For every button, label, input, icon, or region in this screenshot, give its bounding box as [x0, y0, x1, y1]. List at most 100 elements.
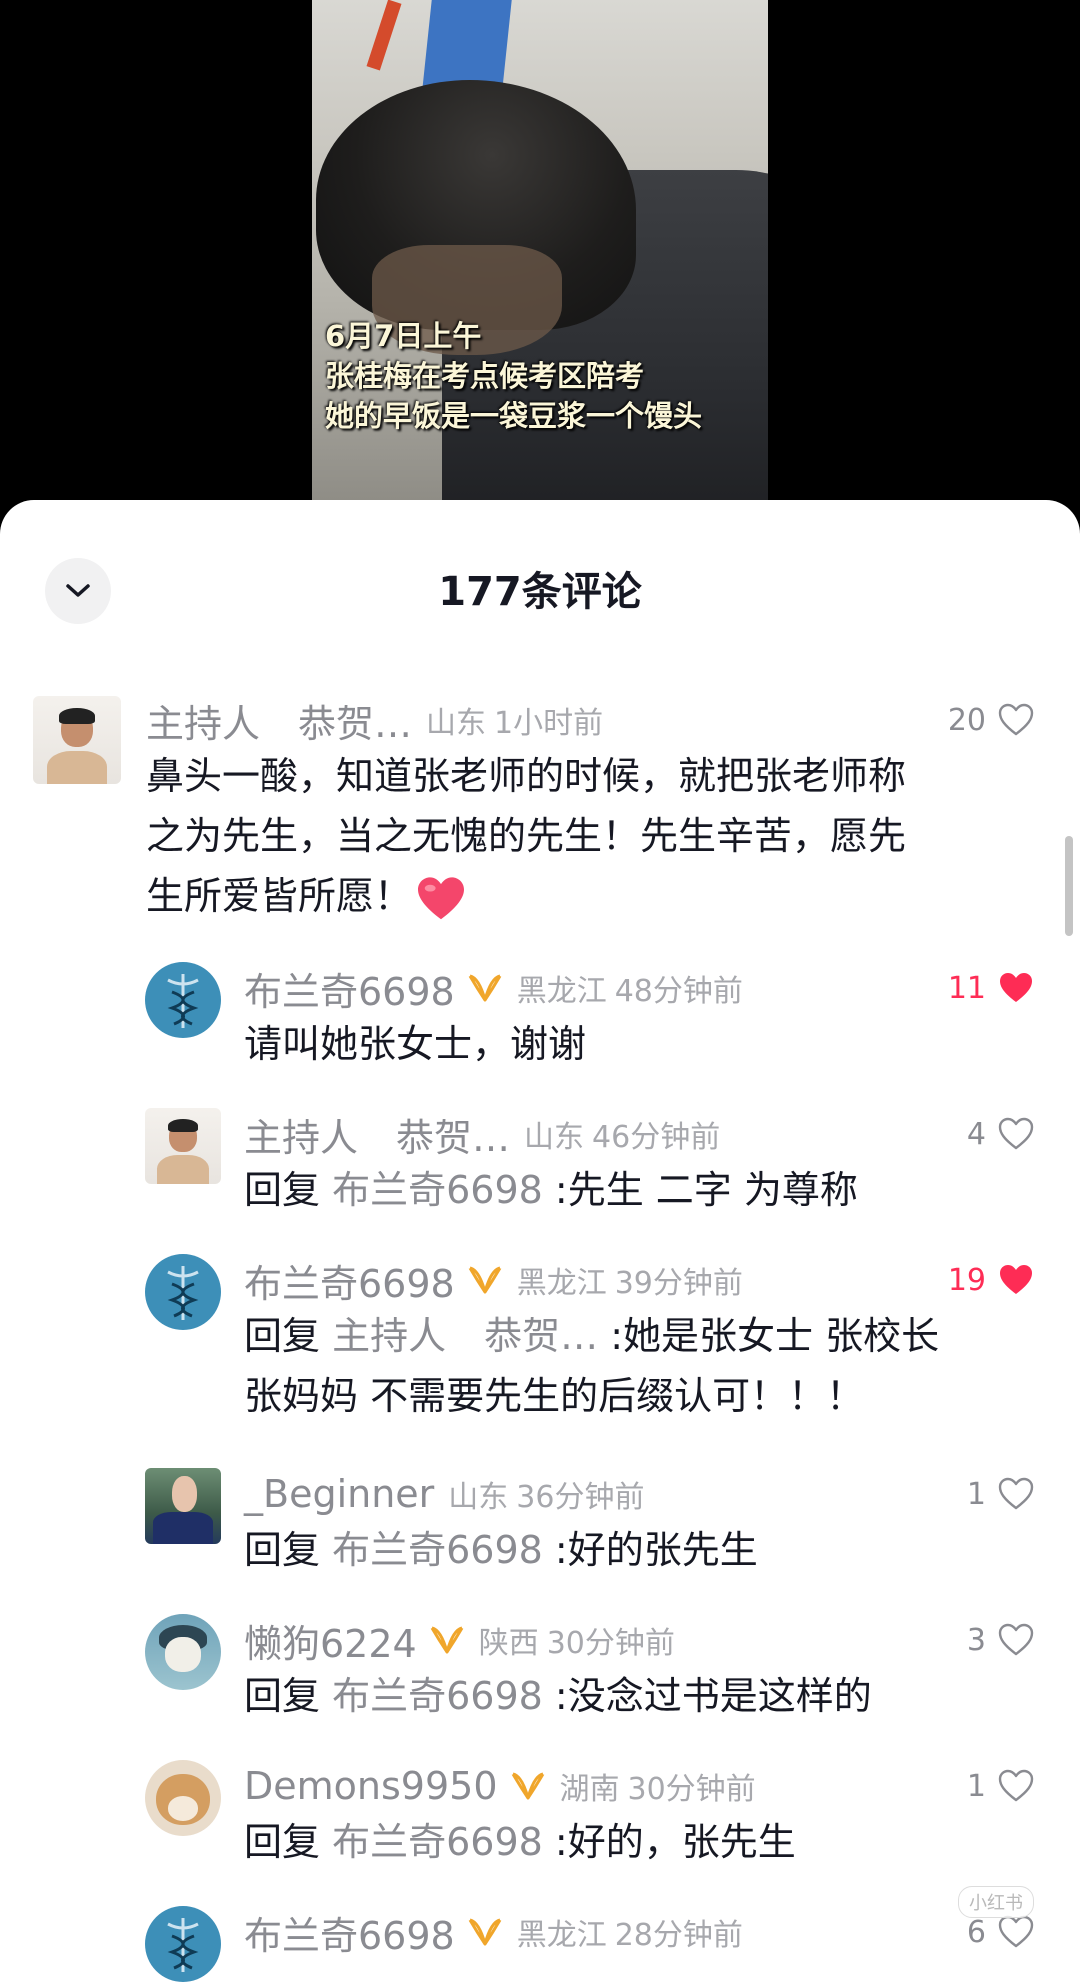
caduceus-icon	[167, 974, 199, 1028]
like-button[interactable]: 1	[967, 1470, 1034, 1518]
reply-item: 布兰奇6698 黑龙江 28分钟前 6	[0, 1906, 1080, 1984]
like-count: 20	[947, 702, 986, 738]
like-button[interactable]: 1	[967, 1762, 1034, 1810]
caption-line: 6月7日上午	[325, 319, 482, 353]
comment-text-line: 之为先生，当之无愧的先生！先生辛苦，愿先	[146, 814, 907, 858]
avatar[interactable]	[145, 1108, 221, 1184]
avatar-figure	[47, 750, 107, 784]
reply-text: :好的张先生	[554, 1528, 758, 1572]
reply-target-username[interactable]: 布兰奇6698	[332, 1528, 543, 1572]
comment-location: 黑龙江	[516, 1918, 607, 1953]
heart-icon	[998, 703, 1034, 736]
comment-time: 28分钟前	[614, 1918, 743, 1953]
reply-prefix: 回复	[244, 1820, 321, 1864]
like-count: 11	[947, 970, 986, 1006]
video-player[interactable]: 6月7日上午 张桂梅在考点候考区陪考 她的早饭是一袋豆浆一个馒头	[0, 0, 1080, 520]
reply-prefix: 回复	[244, 1168, 321, 1212]
avatar[interactable]	[145, 1468, 221, 1544]
username[interactable]: Demons9950	[244, 1764, 498, 1808]
heart-icon	[998, 1769, 1034, 1802]
comment-meta: 布兰奇6698 黑龙江 39分钟前	[244, 1256, 743, 1306]
caption-line: 她的早饭是一袋豆浆一个馒头	[325, 399, 703, 433]
avatar[interactable]	[145, 962, 221, 1038]
reply-text: :没念过书是这样的	[554, 1674, 872, 1718]
like-button[interactable]: 4	[967, 1110, 1034, 1158]
reply-item: Demons9950 湖南 30分钟前 1 回复 布兰奇6698 :好的，张先生	[0, 1760, 1080, 1870]
fan-badge-icon	[511, 1772, 544, 1800]
comment-item: 主持人 恭贺… 山东 1小时前 20 鼻头一酸，知道张老师的时候，就把张老师称 …	[0, 696, 1080, 936]
avatar[interactable]	[33, 696, 121, 784]
reply-target-username[interactable]: 布兰奇6698	[332, 1168, 543, 1212]
comment-meta: 主持人 恭贺… 山东 46分钟前	[244, 1110, 720, 1160]
comment-meta: _Beginner 山东 36分钟前	[244, 1470, 644, 1518]
avatar-figure	[152, 1512, 214, 1544]
fan-badge-icon	[468, 1918, 502, 1946]
avatar[interactable]	[145, 1254, 221, 1330]
like-button[interactable]: 11	[948, 964, 1034, 1012]
comments-sheet: 177条评论 主持人 恭贺… 山东 1小时前 20 鼻头一酸，知道张老师的时候，…	[0, 500, 1080, 1984]
heart-icon	[1000, 973, 1032, 1002]
reply-target-username[interactable]: 主持人 恭贺…	[332, 1314, 598, 1358]
comment-text-line: 鼻头一酸，知道张老师的时候，就把张老师称	[146, 754, 907, 798]
comment-text-line: 回复 主持人 恭贺… :她是张女士 张校长	[244, 1306, 939, 1366]
comment-time: 48分钟前	[614, 974, 743, 1009]
comment-text: 回复 布兰奇6698 :没念过书是这样的	[244, 1666, 872, 1726]
username[interactable]: _Beginner	[244, 1472, 434, 1516]
red-heart-emoji-icon	[418, 876, 465, 919]
comment-text: 回复 布兰奇6698 :好的，张先生	[244, 1812, 796, 1872]
avatar[interactable]	[145, 1906, 221, 1982]
reply-text: :先生 二字 为尊称	[554, 1168, 858, 1212]
like-count: 1	[966, 1476, 986, 1512]
reply-target-username[interactable]: 布兰奇6698	[332, 1820, 543, 1864]
reply-prefix: 回复	[244, 1528, 321, 1572]
comment-location: 黑龙江	[516, 974, 607, 1009]
like-button[interactable]: 19	[948, 1256, 1034, 1304]
like-count: 4	[966, 1116, 986, 1152]
fan-badge-icon	[468, 1266, 502, 1294]
heart-icon	[998, 1117, 1034, 1150]
caduceus-icon	[167, 1918, 199, 1972]
comment-text: 鼻头一酸，知道张老师的时候，就把张老师称 之为先生，当之无愧的先生！先生辛苦，愿…	[146, 746, 1016, 926]
avatar-figure	[171, 1475, 198, 1513]
reply-text: :她是张女士 张校长	[610, 1314, 940, 1358]
reply-target-username[interactable]: 布兰奇6698	[332, 1674, 543, 1718]
like-button[interactable]: 20	[948, 696, 1034, 744]
fan-badge-icon	[430, 1626, 464, 1654]
avatar[interactable]	[145, 1760, 221, 1836]
fan-badge-icon	[468, 974, 502, 1002]
comment-location: 黑龙江	[516, 1266, 607, 1301]
caduceus-icon	[167, 1266, 199, 1320]
comment-text-line: 张妈妈 不需要先生的后缀认可！！！	[244, 1374, 865, 1418]
comment-meta: 布兰奇6698 黑龙江 28分钟前	[244, 1908, 743, 1958]
username[interactable]: 布兰奇6698	[244, 961, 455, 1016]
poster-decoration	[422, 0, 512, 90]
watermark-logo: 小红书	[958, 1886, 1034, 1918]
comment-location: 山东	[426, 706, 487, 741]
comment-meta: 懒狗6224 陕西 30分钟前	[244, 1616, 675, 1666]
username[interactable]: 布兰奇6698	[244, 1905, 455, 1960]
username[interactable]: 主持人 恭贺…	[244, 1107, 510, 1162]
comment-text: 回复 布兰奇6698 :好的张先生	[244, 1520, 758, 1580]
comment-time: 1小时前	[494, 706, 604, 741]
username[interactable]: 懒狗6224	[244, 1613, 417, 1668]
avatar-figure	[164, 1636, 202, 1672]
reply-item: 懒狗6224 陕西 30分钟前 3 回复 布兰奇6698 :没念过书是这样的	[0, 1614, 1080, 1724]
comment-time: 39分钟前	[614, 1266, 743, 1301]
reply-item: 布兰奇6698 黑龙江 48分钟前 11 请叫她张女士，谢谢	[0, 962, 1080, 1072]
video-caption: 6月7日上午 张桂梅在考点候考区陪考 她的早饭是一袋豆浆一个馒头	[325, 316, 765, 436]
heart-icon	[998, 1915, 1034, 1948]
avatar[interactable]	[145, 1614, 221, 1690]
like-button[interactable]: 3	[967, 1616, 1034, 1664]
reply-item: 布兰奇6698 黑龙江 39分钟前 19 回复 主持人 恭贺… :她是张女士 张…	[0, 1254, 1080, 1424]
reply-text: :好的，张先生	[554, 1820, 796, 1864]
caption-line: 张桂梅在考点候考区陪考	[325, 359, 645, 393]
comment-time: 30分钟前	[546, 1626, 675, 1661]
username[interactable]: 主持人 恭贺…	[146, 693, 412, 748]
comment-meta: 布兰奇6698 黑龙江 48分钟前	[244, 964, 743, 1014]
comment-text-line: 生所爱皆所愿！	[146, 866, 1016, 926]
comment-time: 30分钟前	[627, 1772, 756, 1807]
comment-text: 请叫她张女士，谢谢	[244, 1022, 587, 1066]
avatar-figure	[157, 1155, 209, 1184]
poster-decoration	[366, 0, 402, 71]
username[interactable]: 布兰奇6698	[244, 1253, 455, 1308]
